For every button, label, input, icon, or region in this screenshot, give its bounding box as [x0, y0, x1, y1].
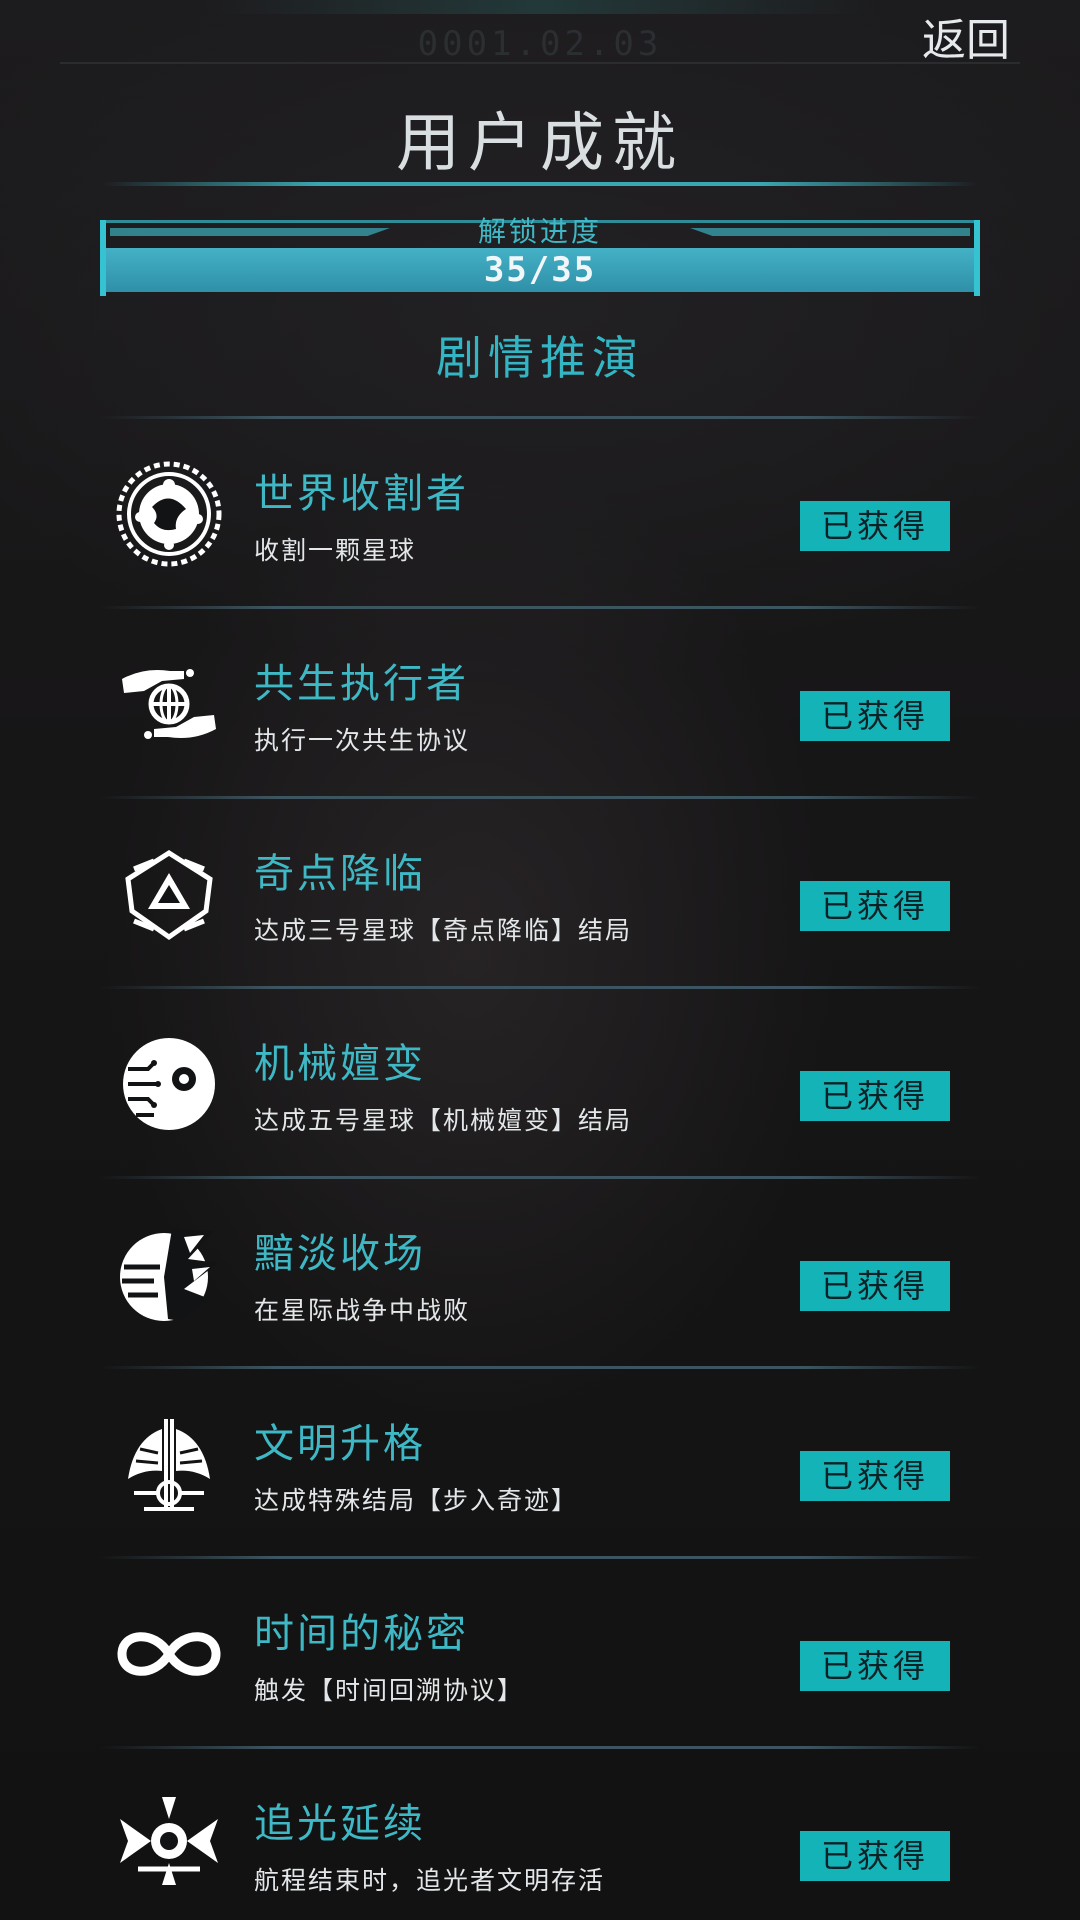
achievement-item[interactable]: 时间的秘密触发【时间回溯协议】 已获得 [100, 1559, 980, 1749]
achievement-description: 执行一次共生协议 [254, 726, 471, 755]
achievement-item[interactable]: 黯淡收场在星际战争中战败 已获得 [100, 1179, 980, 1369]
achievement-item[interactable]: 共生执行者执行一次共生协议 已获得 [100, 609, 980, 799]
symbiosis-hands-globe-icon [114, 649, 224, 759]
achievement-title: 世界收割者 [254, 471, 469, 517]
status-badge: 已获得 [800, 501, 950, 551]
singularity-triangle-icon [114, 839, 224, 949]
achievement-title: 追光延续 [254, 1801, 426, 1847]
status-badge: 已获得 [800, 691, 950, 741]
winged-emblem-icon [114, 1409, 224, 1519]
page-title: 用户成就 [396, 107, 684, 181]
mechanical-eye-icon [114, 1029, 224, 1139]
achievement-item[interactable]: 机械嬗变达成五号星球【机械嬗变】结局 已获得 [100, 989, 980, 1179]
status-badge: 已获得 [800, 1071, 950, 1121]
achievement-title: 奇点降临 [254, 851, 426, 897]
back-button[interactable]: 返回 [920, 14, 1012, 68]
achievement-title: 文明升格 [254, 1421, 426, 1467]
achievement-description: 航程结束时，追光者文明存活 [254, 1866, 606, 1895]
progress-value: 35/35 [483, 250, 597, 290]
achievement-description: 达成特殊结局【步入奇迹】 [254, 1486, 579, 1515]
planet-reaper-icon [114, 459, 224, 569]
status-badge: 已获得 [800, 1831, 950, 1881]
achievement-description: 达成五号星球【机械嬗变】结局 [254, 1106, 633, 1135]
achievement-item[interactable]: 世界收割者收割一颗星球 已获得 [100, 419, 980, 609]
shattered-planet-icon [114, 1219, 224, 1329]
unlock-progress: 解锁进度 35/35 [100, 215, 980, 296]
status-badge: 已获得 [800, 1261, 950, 1311]
achievements-screen: 0001.02.03 返回 用户成就 解锁进度 35/35 剧情推演 世界收割者… [0, 0, 1080, 1920]
achievement-description: 达成三号星球【奇点降临】结局 [254, 916, 633, 945]
top-glow [200, 0, 880, 14]
achievement-title: 共生执行者 [254, 661, 469, 707]
title-divider [100, 182, 980, 186]
infinity-icon [114, 1599, 224, 1709]
achievement-description: 在星际战争中战败 [254, 1296, 471, 1325]
status-badge: 已获得 [800, 1451, 950, 1501]
achievement-title: 黯淡收场 [254, 1231, 426, 1277]
achievement-title: 机械嬗变 [254, 1041, 426, 1087]
progress-bar: 35/35 [106, 248, 974, 292]
status-badge: 已获得 [800, 881, 950, 931]
section-title: 剧情推演 [436, 331, 644, 385]
progress-label: 解锁进度 [477, 215, 602, 248]
status-badge: 已获得 [800, 1641, 950, 1691]
winged-sun-icon [114, 1789, 224, 1899]
achievement-item[interactable]: 奇点降临达成三号星球【奇点降临】结局 已获得 [100, 799, 980, 989]
timestamp: 0001.02.03 [417, 24, 663, 64]
top-divider [60, 62, 1020, 64]
achievement-title: 时间的秘密 [254, 1611, 469, 1657]
achievement-item[interactable]: 追光延续航程结束时，追光者文明存活 已获得 [100, 1749, 980, 1920]
achievement-description: 收割一颗星球 [254, 536, 417, 565]
achievement-description: 触发【时间回溯协议】 [254, 1676, 525, 1705]
achievement-item[interactable]: 文明升格达成特殊结局【步入奇迹】 已获得 [100, 1369, 980, 1559]
